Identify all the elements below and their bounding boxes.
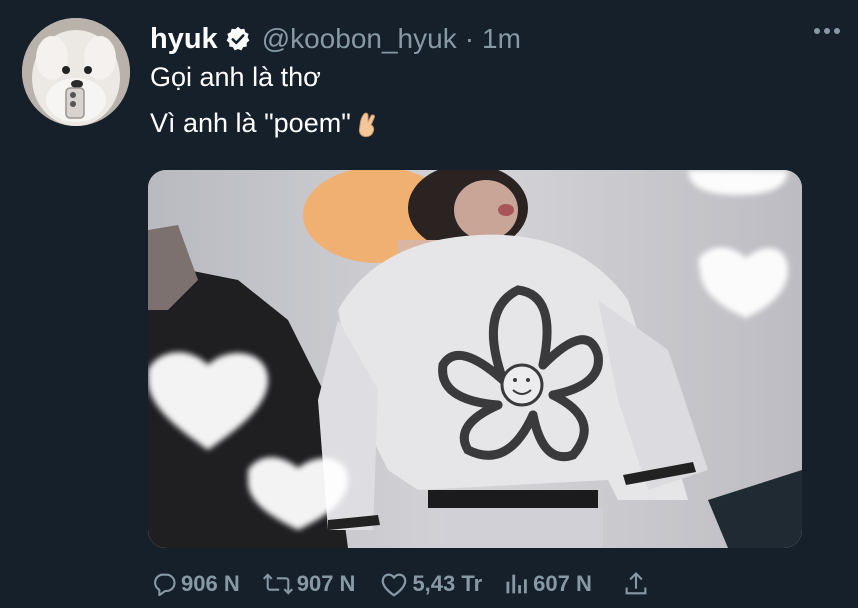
tweet-media[interactable]	[148, 170, 802, 548]
tweet-header: hyuk @koobon_hyuk · 1m	[150, 22, 521, 56]
retweet-button[interactable]: 907 N	[262, 570, 356, 598]
tweet-text-line-2-wrap: Vì anh là "poem"	[150, 108, 379, 139]
more-dots-icon[interactable]	[814, 28, 840, 34]
avatar[interactable]	[22, 18, 130, 126]
user-handle[interactable]: @koobon_hyuk	[262, 23, 457, 55]
views-button[interactable]: 607 N	[504, 570, 592, 598]
views-count: 607 N	[533, 571, 592, 596]
share-icon	[624, 570, 648, 598]
views-chart-icon	[504, 570, 530, 598]
reply-icon	[150, 570, 178, 598]
tweet-text-line-2: Vì anh là "poem"	[150, 108, 351, 138]
like-count: 5,43 Tr	[412, 571, 483, 596]
reply-count: 906 N	[181, 571, 240, 596]
like-button[interactable]: 5,43 Tr	[379, 570, 482, 598]
share-button[interactable]	[624, 570, 648, 598]
retweet-icon	[262, 570, 294, 598]
tweet-text-line-1: Gọi anh là thơ	[150, 62, 321, 92]
separator-dot: ·	[464, 23, 475, 54]
tweet-actions: 906 N 907 N 5,43 Tr 607 N	[150, 566, 648, 602]
heart-icon	[379, 570, 409, 598]
timestamp[interactable]: 1m	[482, 23, 521, 55]
crossed-fingers-icon	[355, 110, 379, 138]
tweet-card: hyuk @koobon_hyuk · 1m Gọi anh là thơ Vì…	[0, 0, 858, 608]
display-name[interactable]: hyuk	[150, 23, 218, 56]
retweet-count: 907 N	[296, 571, 356, 596]
verified-badge-icon	[224, 25, 252, 53]
reply-button[interactable]: 906 N	[150, 570, 240, 598]
